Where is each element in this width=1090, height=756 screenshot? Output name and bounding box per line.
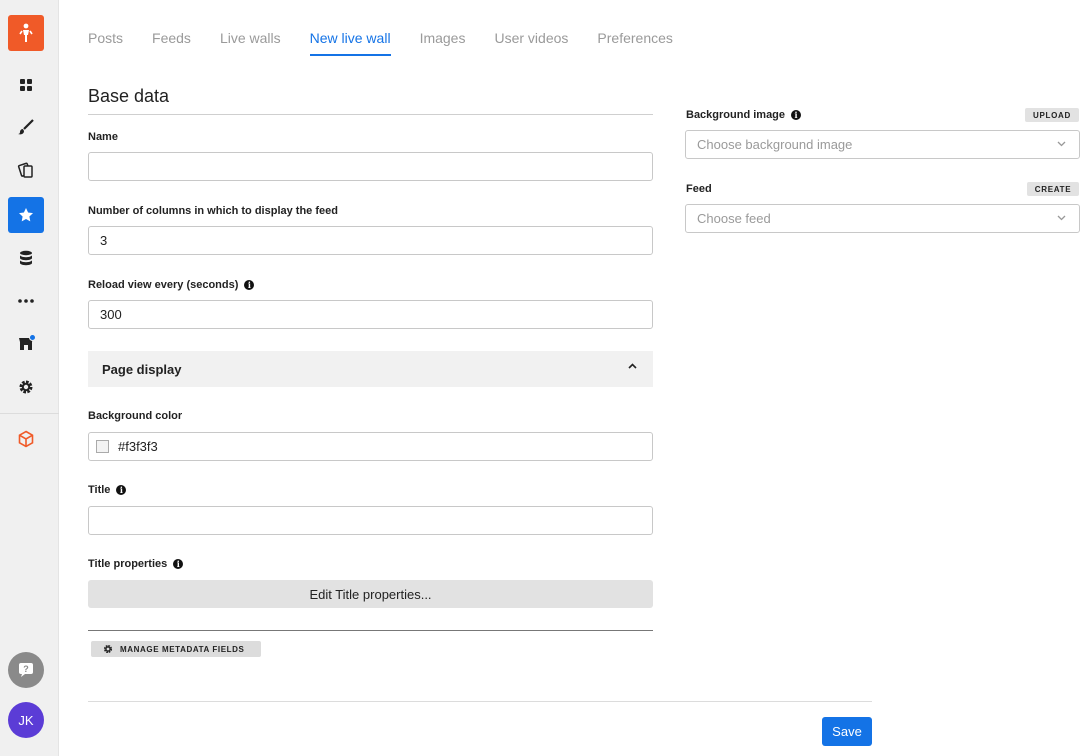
reload-label: Reload view every (seconds) i	[88, 279, 255, 291]
tab-images[interactable]: Images	[420, 30, 466, 56]
name-label: Name	[88, 131, 118, 143]
edit-title-properties-button[interactable]: Edit Title properties...	[88, 580, 653, 608]
bg-image-placeholder: Choose background image	[697, 137, 853, 152]
sidebar-divider	[0, 413, 59, 414]
info-icon[interactable]: i	[244, 280, 255, 290]
sidebar: ? JK	[0, 0, 59, 756]
chevron-up-icon	[628, 363, 637, 369]
metadata-divider	[88, 630, 653, 631]
manage-metadata-button[interactable]: MANAGE METADATA FIELDS	[91, 641, 261, 657]
upload-button[interactable]: UPLOAD	[1025, 108, 1079, 122]
page-display-accordion[interactable]: Page display	[88, 351, 653, 387]
dashboard-grid-icon[interactable]	[8, 67, 44, 103]
info-icon[interactable]: i	[173, 559, 184, 569]
save-button[interactable]: Save	[822, 717, 872, 746]
gear-icon[interactable]	[8, 369, 44, 405]
accordion-title: Page display	[102, 361, 182, 377]
notification-dot	[29, 334, 36, 341]
bg-color-value: #f3f3f3	[118, 439, 158, 454]
database-icon[interactable]	[8, 240, 44, 276]
cube-icon[interactable]	[8, 421, 44, 457]
feed-label: Feed	[686, 183, 712, 195]
create-button[interactable]: CREATE	[1027, 182, 1079, 196]
bg-image-label: Background image i	[686, 109, 802, 121]
footer-divider	[88, 701, 872, 702]
app-logo-icon[interactable]	[8, 15, 44, 51]
color-swatch[interactable]	[96, 440, 109, 453]
title-input[interactable]	[88, 506, 653, 535]
tab-new-live-wall[interactable]: New live wall	[309, 30, 391, 56]
store-icon[interactable]	[8, 326, 44, 362]
title-label: Title i	[88, 484, 127, 496]
tab-user-videos[interactable]: User videos	[494, 30, 568, 56]
bg-color-input[interactable]: #f3f3f3	[88, 432, 653, 461]
reload-input[interactable]: 300	[88, 300, 653, 329]
tab-bar: Posts Feeds Live walls New live wall Ima…	[88, 30, 702, 56]
tab-feeds[interactable]: Feeds	[152, 30, 191, 56]
name-input[interactable]	[88, 152, 653, 181]
chevron-down-icon	[1057, 141, 1066, 147]
info-icon[interactable]: i	[116, 485, 127, 495]
section-title: Base data	[88, 86, 170, 106]
bg-color-label: Background color	[88, 410, 183, 422]
user-avatar[interactable]: JK	[8, 702, 44, 738]
section-divider	[88, 114, 653, 115]
tab-live-walls[interactable]: Live walls	[220, 30, 281, 56]
gear-icon	[103, 644, 113, 654]
tab-posts[interactable]: Posts	[88, 30, 123, 56]
brush-icon[interactable]	[8, 109, 44, 145]
more-icon[interactable]	[8, 283, 44, 319]
star-icon[interactable]	[8, 197, 44, 233]
title-properties-label: Title properties i	[88, 558, 184, 570]
columns-input[interactable]: 3	[88, 226, 653, 255]
manage-metadata-label: MANAGE METADATA FIELDS	[120, 644, 245, 654]
help-icon[interactable]: ?	[8, 652, 44, 688]
tab-preferences[interactable]: Preferences	[597, 30, 672, 56]
bg-image-select[interactable]: Choose background image	[685, 130, 1080, 159]
columns-label: Number of columns in which to display th…	[88, 205, 338, 217]
svg-text:?: ?	[23, 664, 29, 674]
pages-icon[interactable]	[8, 152, 44, 188]
info-icon[interactable]: i	[791, 110, 802, 120]
feed-select[interactable]: Choose feed	[685, 204, 1080, 233]
chevron-down-icon	[1057, 215, 1066, 221]
feed-placeholder: Choose feed	[697, 211, 771, 226]
